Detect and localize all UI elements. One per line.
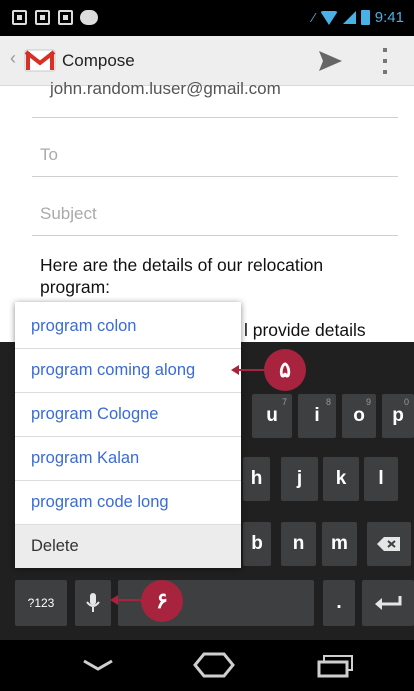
key-j[interactable]: j	[281, 457, 318, 501]
gmail-logo-icon[interactable]	[24, 48, 56, 73]
suggestion-item[interactable]: program colon	[15, 304, 241, 348]
enter-key[interactable]	[362, 580, 414, 626]
key-i[interactable]: i8	[298, 394, 336, 438]
notification-icon	[12, 10, 27, 25]
subject-field[interactable]: Subject	[40, 204, 97, 224]
period-key[interactable]: .	[323, 580, 355, 626]
enter-icon	[375, 596, 402, 610]
key-b[interactable]: b	[243, 522, 271, 566]
key-u[interactable]: u7	[252, 394, 292, 438]
overflow-menu-icon[interactable]	[381, 48, 389, 74]
notification-icon	[35, 10, 50, 25]
notification-icon	[58, 10, 73, 25]
suggestion-popup: program colon program coming along progr…	[15, 302, 241, 568]
key-k[interactable]: k	[323, 457, 359, 501]
page-title: Compose	[62, 51, 135, 70]
message-body[interactable]: Here are the details of our relocation p…	[40, 254, 380, 298]
suggestion-item[interactable]: program coming along	[15, 348, 241, 392]
vibrate-icon: ⁄	[312, 10, 315, 25]
voice-input-key[interactable]	[75, 580, 111, 626]
home-icon[interactable]	[193, 652, 235, 678]
microphone-icon	[86, 593, 100, 612]
status-bar: ⁄ 9:41	[0, 0, 414, 36]
back-icon[interactable]	[82, 658, 114, 672]
backspace-icon	[377, 537, 400, 551]
message-body-partial[interactable]: l provide details	[244, 320, 366, 341]
key-o[interactable]: o9	[342, 394, 376, 438]
signal-icon	[342, 11, 356, 24]
key-n[interactable]: n	[281, 522, 316, 566]
key-p[interactable]: p0	[382, 394, 414, 438]
divider	[32, 117, 398, 118]
to-field[interactable]: To	[40, 145, 58, 165]
status-time: 9:41	[374, 9, 404, 26]
delete-suggestion-button[interactable]: Delete	[15, 524, 241, 568]
callout-badge: ۶	[141, 580, 183, 622]
backspace-key[interactable]	[367, 522, 411, 566]
divider	[32, 176, 398, 177]
suggestion-item[interactable]: program Cologne	[15, 392, 241, 436]
navigation-bar	[0, 640, 414, 691]
divider	[32, 235, 398, 236]
symbols-key[interactable]: ?123	[15, 580, 67, 626]
recents-icon[interactable]	[316, 654, 356, 678]
send-icon[interactable]	[316, 47, 344, 75]
suggestion-item[interactable]: program code long	[15, 480, 241, 524]
suggestion-item[interactable]: program Kalan	[15, 436, 241, 480]
key-h[interactable]: h	[243, 457, 270, 501]
up-caret-icon[interactable]: ‹	[10, 48, 16, 69]
key-l[interactable]: l	[364, 457, 398, 501]
key-m[interactable]: m	[322, 522, 357, 566]
battery-icon	[360, 10, 370, 25]
status-indicators: ⁄ 9:41	[313, 9, 404, 26]
chat-icon	[80, 10, 98, 25]
wifi-icon	[319, 10, 338, 25]
callout-badge: ۵	[264, 349, 306, 391]
from-field: john.random.luser@gmail.com	[50, 79, 281, 98]
